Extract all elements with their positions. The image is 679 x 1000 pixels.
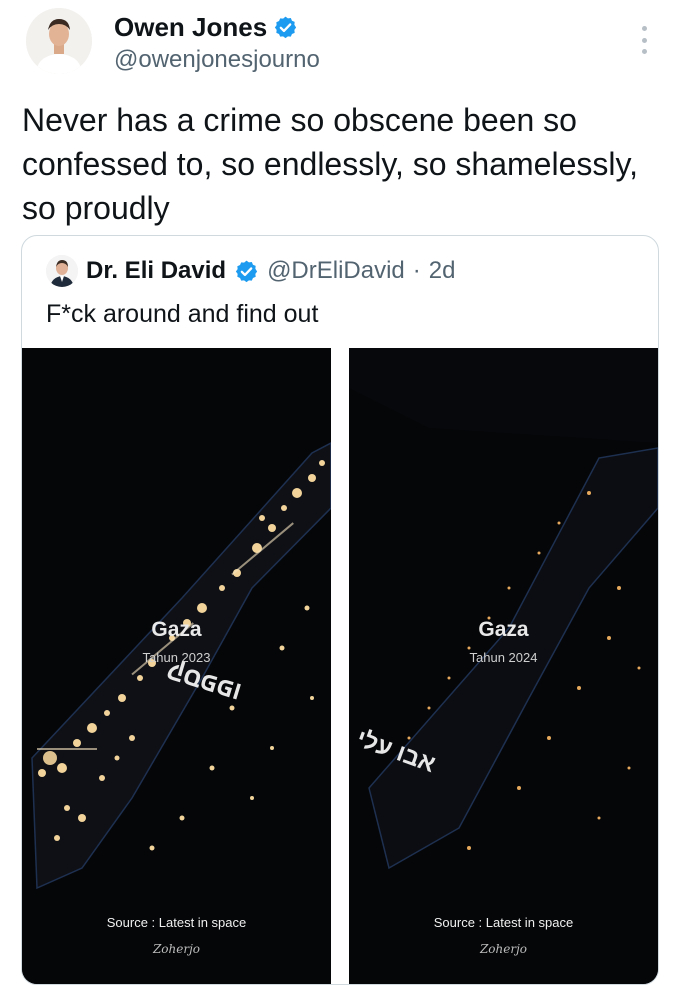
place-label: Gaza [478, 618, 529, 641]
tweet-text: Never has a crime so obscene been so con… [22, 102, 638, 226]
signature: Zoherjo [479, 942, 528, 956]
quoted-tweet-text: F*ck around and find out [46, 300, 319, 328]
quoted-author-avatar [46, 255, 78, 287]
place-label: Gaza [151, 618, 202, 641]
source-caption: Source : Latest in space [106, 915, 247, 930]
verified-badge-icon [235, 260, 258, 282]
author-avatar-image [26, 8, 92, 74]
quoted-separator: · [412, 257, 421, 284]
quoted-tweet-media[interactable]: Gaza Tahun 2023 קספפו Source : Latest in… [22, 348, 658, 984]
quoted-author-avatar-image [46, 255, 78, 287]
quoted-tweet-card[interactable]: Dr. Eli David @DrEliDavid · 2d F*ck arou… [21, 235, 659, 985]
author-handle[interactable]: @owenjonesjourno [114, 46, 320, 74]
quoted-author-name: Dr. Eli David [86, 257, 227, 284]
source-caption: Source : Latest in space [433, 915, 574, 930]
author-name-row[interactable]: Owen Jones [114, 12, 298, 43]
quoted-timestamp: 2d [428, 257, 456, 284]
quoted-tweet-header: Dr. Eli David @DrEliDavid · 2d [46, 254, 455, 288]
quoted-author-handle: @DrEliDavid [267, 257, 405, 284]
gaza-night-lights-2024 [349, 348, 658, 984]
satellite-image-2024[interactable]: Gaza Tahun 2024 אבו עלי Source : Latest … [349, 348, 658, 984]
author-name[interactable]: Owen Jones [114, 12, 267, 43]
more-options-icon[interactable] [634, 26, 654, 54]
satellite-image-2023[interactable]: Gaza Tahun 2023 קספפו Source : Latest in… [22, 348, 331, 984]
year-label: Tahun 2024 [469, 650, 538, 665]
signature: Zoherjo [152, 942, 201, 956]
verified-badge-icon [275, 16, 297, 39]
author-avatar[interactable] [26, 8, 92, 74]
